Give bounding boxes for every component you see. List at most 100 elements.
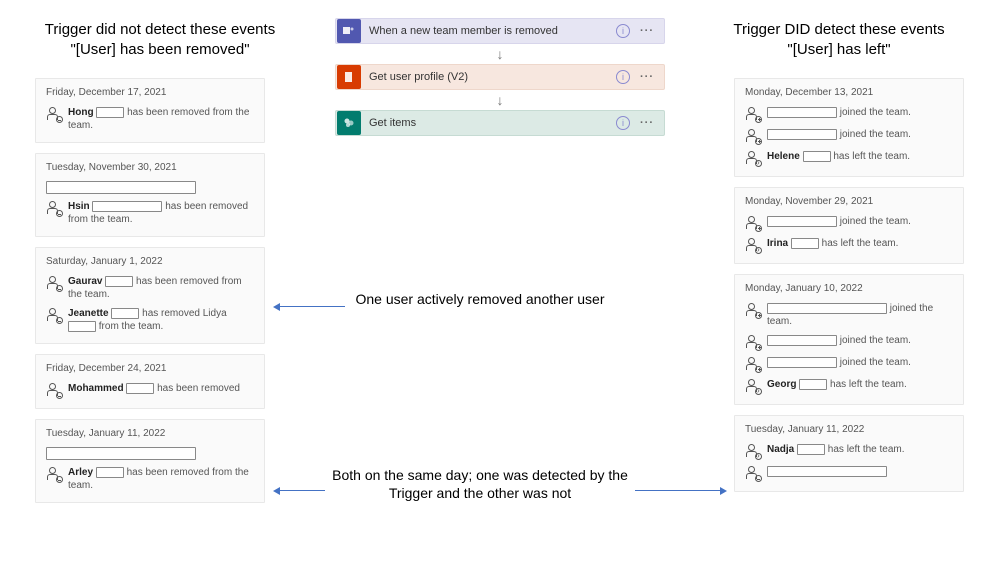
activity-event: Hsin has been removed from the team. (46, 200, 254, 226)
event-text: joined the team. (767, 334, 953, 347)
redacted-name (767, 357, 837, 368)
card-date: Saturday, January 1, 2022 (46, 256, 254, 267)
event-text: Irina has left the team. (767, 237, 953, 250)
event-text: Helene has left the team. (767, 150, 953, 163)
more-icon[interactable]: ··· (640, 71, 654, 83)
flow-step-getitems[interactable]: Get items i ··· (335, 110, 665, 136)
event-text: Hsin has been removed from the team. (68, 200, 254, 226)
flow-arrow-icon: ↓ (335, 90, 665, 110)
annotation-same-day: Both on the same day; one was detected b… (330, 466, 630, 502)
card-date: Friday, December 24, 2021 (46, 363, 254, 374)
activity-card: Monday, November 29, 2021 joined the tea… (734, 187, 964, 264)
arrow-icon (280, 490, 325, 491)
heading-left: Trigger did not detect these events "[Us… (40, 20, 280, 59)
person-add-icon (745, 106, 761, 122)
user-name: Helene (767, 151, 803, 162)
activity-event: Irina has left the team. (745, 237, 953, 253)
left-column: Friday, December 17, 2021 Hong has been r… (35, 78, 265, 513)
event-text: Gaurav has been removed from the team. (68, 275, 254, 301)
user-name: Gaurav (68, 276, 105, 287)
redacted-surname (126, 383, 154, 394)
heading-left-line2: "[User] has been removed" (40, 40, 280, 60)
person-left-icon (745, 237, 761, 253)
user-name: Hong (68, 107, 96, 118)
user-name: Mohammed (68, 383, 126, 394)
person-remove-icon (46, 466, 62, 482)
person-remove-icon (46, 382, 62, 398)
card-date: Monday, January 10, 2022 (745, 283, 953, 294)
redacted-name (767, 216, 837, 227)
more-icon[interactable]: ··· (640, 25, 654, 37)
card-date: Monday, November 29, 2021 (745, 196, 953, 207)
annotation-one-user-removed: One user actively removed another user (355, 290, 605, 308)
activity-event: Arley has been removed from the team. (46, 466, 254, 492)
event-text: Georg has left the team. (767, 378, 953, 391)
person-add-icon (745, 215, 761, 231)
redacted-name (767, 107, 837, 118)
teams-icon (337, 19, 361, 43)
activity-card: Tuesday, January 11, 2022Arley has been … (35, 419, 265, 503)
heading-right: Trigger DID detect these events "[User] … (719, 20, 959, 59)
heading-left-line1: Trigger did not detect these events (40, 20, 280, 40)
redacted-name (767, 466, 887, 477)
event-text: Mohammed has been removed (68, 382, 254, 395)
activity-event: joined the team. (745, 106, 953, 122)
redacted-surname (68, 321, 96, 332)
card-date: Monday, December 13, 2021 (745, 87, 953, 98)
activity-event: Hong has been removed from the team. (46, 106, 254, 132)
person-add-icon (745, 128, 761, 144)
event-text (767, 465, 953, 478)
event-text: joined the team. (767, 215, 953, 228)
sharepoint-icon (337, 111, 361, 135)
redacted-surname (791, 238, 819, 249)
person-remove-icon (46, 106, 62, 122)
info-icon[interactable]: i (616, 116, 630, 130)
flow-step-profile[interactable]: Get user profile (V2) i ··· (335, 64, 665, 90)
event-text: joined the team. (767, 128, 953, 141)
card-date: Friday, December 17, 2021 (46, 87, 254, 98)
redacted-surname (797, 444, 825, 455)
activity-event: joined the team. (745, 302, 953, 328)
user-name: Arley (68, 467, 96, 478)
activity-event: Mohammed has been removed (46, 382, 254, 398)
activity-card: Friday, December 17, 2021 Hong has been r… (35, 78, 265, 143)
redacted-surname (803, 151, 831, 162)
redacted-surname (105, 276, 133, 287)
card-date: Tuesday, January 11, 2022 (745, 424, 953, 435)
activity-event: joined the team. (745, 334, 953, 350)
activity-card: Saturday, January 1, 2022 Gaurav has been… (35, 247, 265, 344)
person-remove-icon (46, 307, 62, 323)
redacted-name (767, 303, 887, 314)
heading-right-line1: Trigger DID detect these events (719, 20, 959, 40)
right-column: Monday, December 13, 2021 joined the tea… (734, 78, 964, 502)
flow-diagram: When a new team member is removed i ··· … (335, 18, 665, 136)
event-text: joined the team. (767, 106, 953, 119)
more-icon[interactable]: ··· (640, 117, 654, 129)
user-name: Irina (767, 238, 791, 249)
info-icon[interactable]: i (616, 70, 630, 84)
redacted-name (767, 129, 837, 140)
info-icon[interactable]: i (616, 24, 630, 38)
activity-event: joined the team. (745, 356, 953, 372)
person-add-icon (745, 334, 761, 350)
activity-event: Jeanette has removed Lidya from the team… (46, 307, 254, 333)
flow-step-trigger[interactable]: When a new team member is removed i ··· (335, 18, 665, 44)
flow-step-label: Get user profile (V2) (369, 71, 616, 83)
user-name: Georg (767, 379, 799, 390)
person-remove-icon (745, 465, 761, 481)
redacted-block (46, 447, 196, 460)
event-text: Jeanette has removed Lidya from the team… (68, 307, 254, 333)
redacted-surname (96, 467, 124, 478)
redacted-surname (111, 308, 139, 319)
person-left-icon (745, 443, 761, 459)
activity-card: Tuesday, January 11, 2022 Nadja has left … (734, 415, 964, 492)
event-text: joined the team. (767, 356, 953, 369)
person-add-icon (745, 302, 761, 318)
redacted-surname (96, 107, 124, 118)
event-text: Nadja has left the team. (767, 443, 953, 456)
person-left-icon (745, 150, 761, 166)
activity-card: Friday, December 24, 2021 Mohammed has be… (35, 354, 265, 409)
activity-card: Monday, December 13, 2021 joined the tea… (734, 78, 964, 177)
activity-event: joined the team. (745, 215, 953, 231)
user-name: Hsin (68, 201, 92, 212)
